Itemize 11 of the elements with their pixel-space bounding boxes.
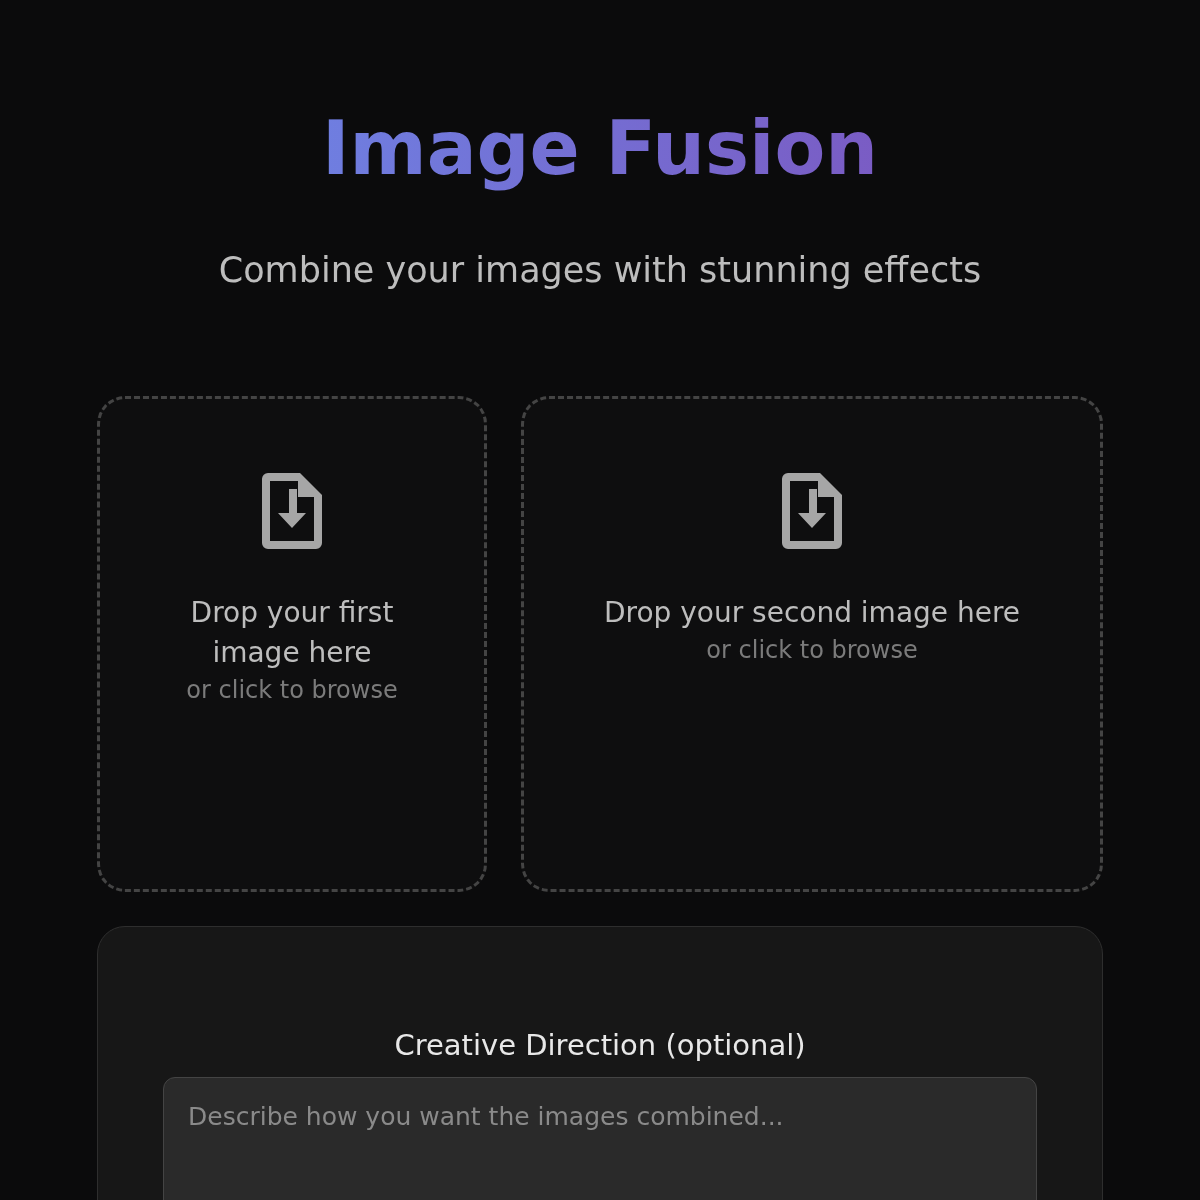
- file-download-icon: [780, 471, 844, 551]
- browse-hint: or click to browse: [706, 635, 918, 666]
- direction-label: Creative Direction (optional): [394, 1027, 806, 1064]
- drop-zone-title: Drop your first image here: [189, 595, 395, 671]
- subtitle: Combine your images with stunning effects: [218, 249, 982, 292]
- drop-zone[interactable]: Drop your second image here or click to browse: [521, 396, 1103, 892]
- drop-zone[interactable]: Drop your first image here or click to browse: [97, 396, 487, 892]
- browse-hint: or click to browse: [186, 675, 398, 706]
- file-download-icon: [260, 471, 324, 551]
- drop-zone-title: Drop your second image here: [603, 595, 1021, 631]
- direction-input[interactable]: Describe how you want the images combined...: [163, 1077, 1037, 1200]
